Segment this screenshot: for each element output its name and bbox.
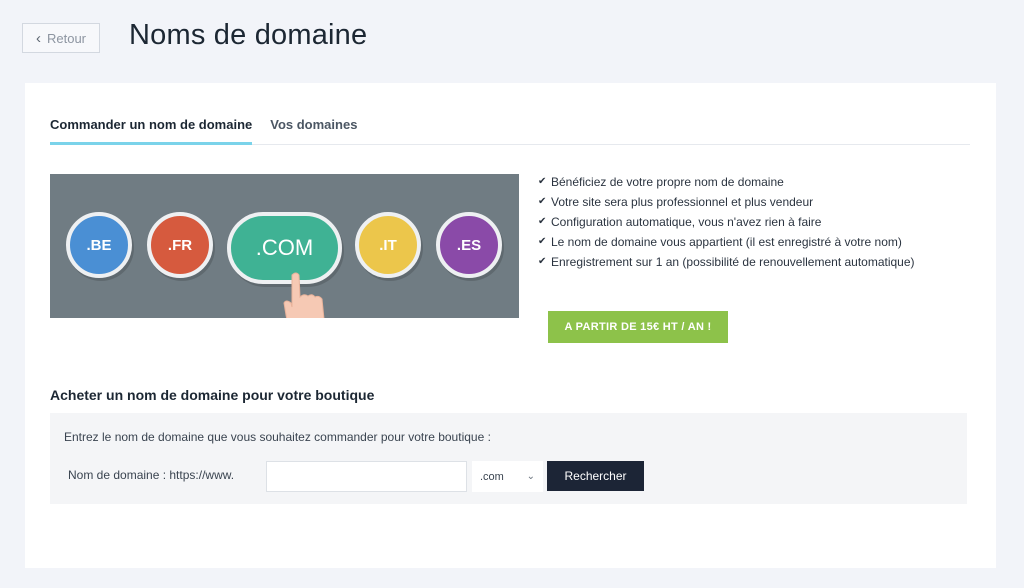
- check-icon: ✔: [538, 176, 547, 187]
- chevron-down-icon: ⌄: [526, 471, 535, 482]
- feature-list: ✔ Bénéficiez de votre propre nom de domai…: [538, 174, 928, 274]
- extension-es-bubble: .ES: [436, 212, 502, 278]
- tld-selected-value: .com: [480, 470, 504, 483]
- extension-it-bubble: .IT: [355, 212, 421, 278]
- feature-item: ✔ Configuration automatique, vous n'avez …: [538, 215, 822, 229]
- check-icon: ✔: [538, 216, 547, 227]
- feature-item: ✔ Bénéficiez de votre propre nom de domai…: [538, 175, 784, 189]
- extension-be-bubble: .BE: [66, 212, 132, 278]
- check-icon: ✔: [538, 196, 547, 207]
- check-icon: ✔: [538, 236, 547, 247]
- search-instructions: Entrez le nom de domaine que vous souhai…: [64, 430, 491, 444]
- feature-item: ✔ Votre site sera plus professionnel et p…: [538, 195, 814, 209]
- purchase-section-title: Acheter un nom de domaine pour votre bou…: [50, 387, 375, 403]
- back-button-label: Retour: [46, 30, 87, 46]
- feature-item: ✔ Le nom de domaine vous appartient (il e…: [538, 235, 902, 249]
- feature-item: ✔ Enregistrement sur 1 an (possibilité de…: [538, 255, 915, 269]
- chevron-left-icon: ‹: [35, 29, 41, 47]
- extension-fr-bubble: .FR: [147, 212, 213, 278]
- pricing-cta-button[interactable]: A PARTIR DE 15€ HT / AN !: [548, 311, 728, 343]
- tab-order-domain[interactable]: Commander un nom de domaine: [50, 113, 253, 145]
- domain-label: Nom de domaine : https://www.: [68, 468, 235, 482]
- pointing-hand-icon: [283, 272, 325, 318]
- tld-select[interactable]: .com ⌄: [472, 461, 543, 492]
- page-title: Noms de domaine: [129, 19, 368, 51]
- domain-extensions-banner: .BE .FR .COM .IT .ES: [50, 174, 519, 318]
- domain-name-input[interactable]: [266, 461, 467, 492]
- tab-your-domains[interactable]: Vos domaines: [270, 113, 357, 145]
- search-button[interactable]: Rechercher: [547, 461, 644, 491]
- check-icon: ✔: [538, 256, 547, 267]
- back-button[interactable]: ‹ Retour: [22, 23, 100, 53]
- main-card: Commander un nom de domaine Vos domaines…: [25, 83, 996, 568]
- domain-search-panel: Entrez le nom de domaine que vous souhai…: [50, 413, 967, 504]
- tab-bar: Commander un nom de domaine Vos domaines: [50, 113, 970, 145]
